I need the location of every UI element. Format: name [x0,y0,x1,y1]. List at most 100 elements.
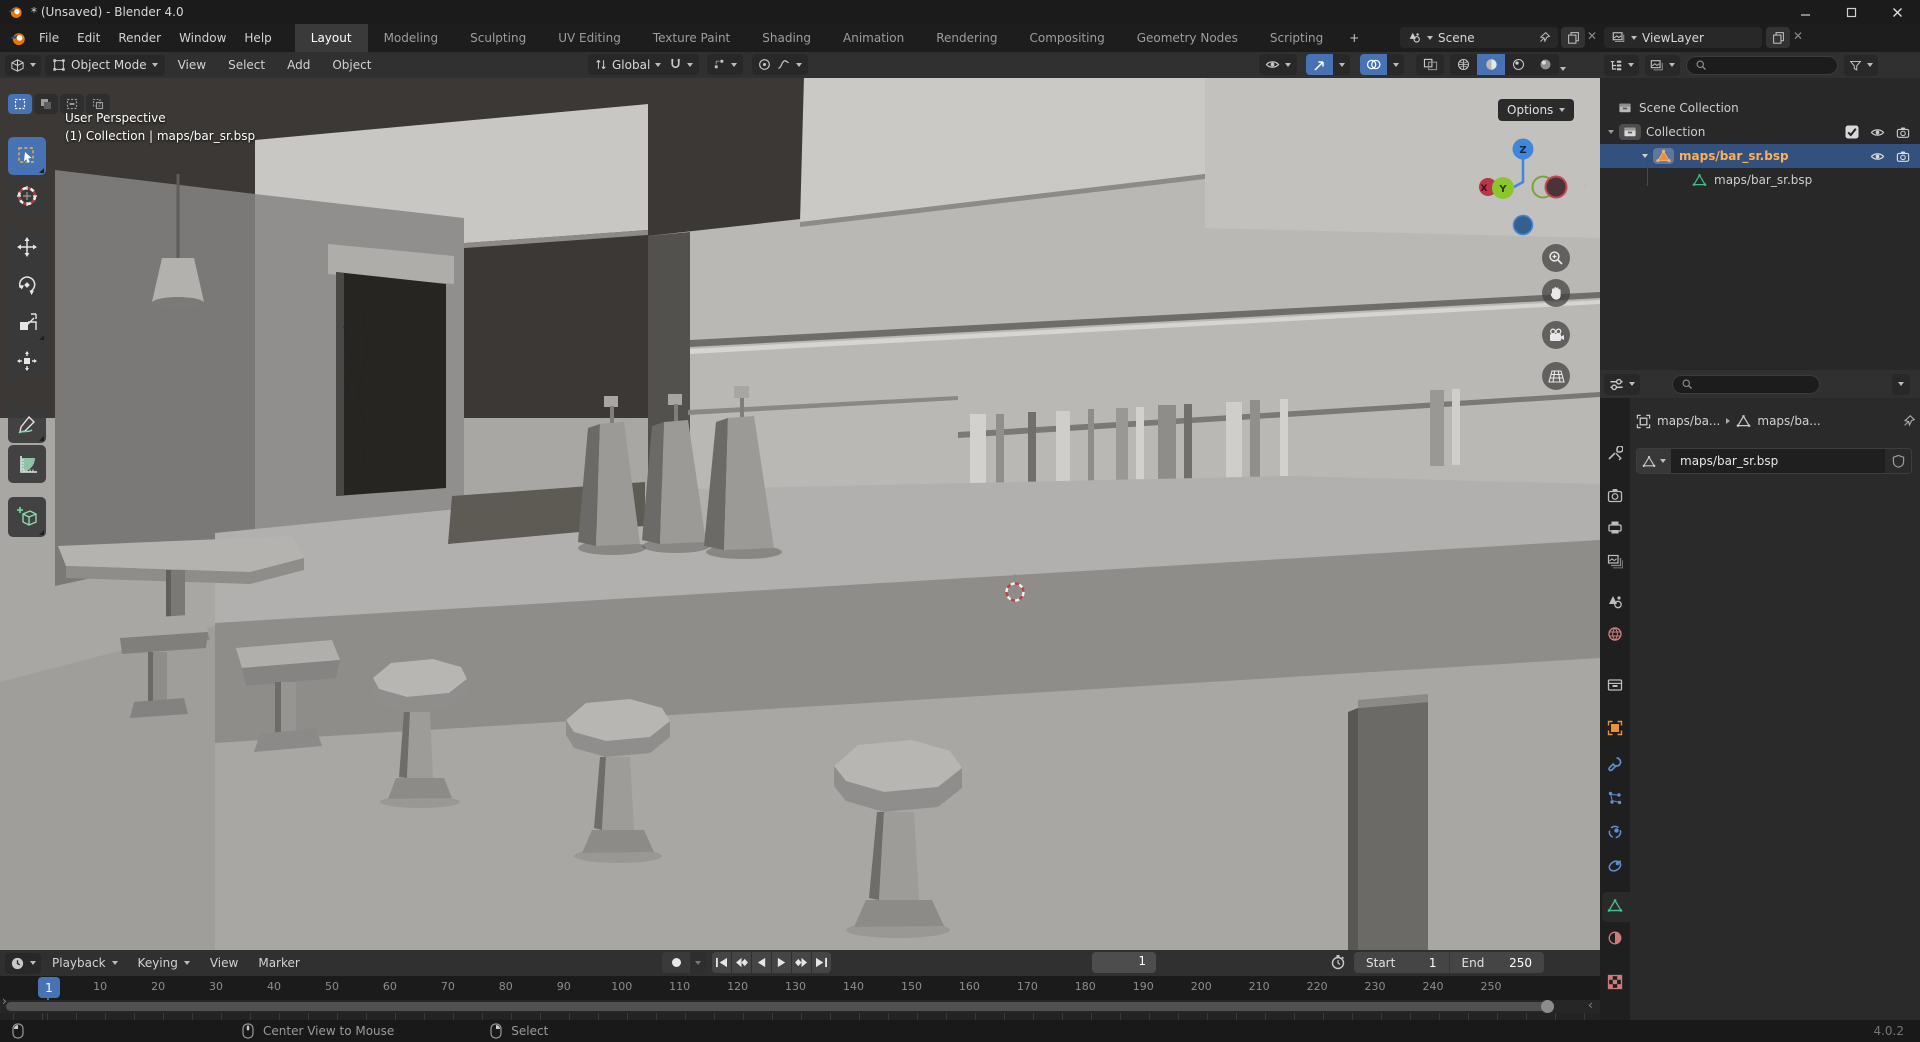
tab-view-layer[interactable] [1607,554,1623,569]
workspace-tab-sculpting[interactable]: Sculpting [454,24,542,52]
tool-scale[interactable] [8,304,46,342]
editor-type-selector[interactable] [5,55,41,76]
workspace-tab-scripting[interactable]: Scripting [1254,24,1339,52]
workspace-tab-rendering[interactable]: Rendering [920,24,1013,52]
viewlayer-selector[interactable]: ViewLayer [1604,27,1762,48]
previous-keyframe-button[interactable] [732,952,751,973]
timeline-collapse-arrow[interactable]: ‹ [1588,998,1593,1012]
outliner-row-scene-collection[interactable]: Scene Collection [1600,96,1920,120]
timeline-ruler[interactable]: 1020304050607080901001101201301401501601… [0,976,1600,1000]
next-keyframe-button[interactable] [792,952,811,973]
auto-keying-dropdown[interactable] [690,952,706,973]
scene-left-wall[interactable] [55,170,255,586]
timeline-expand-arrow[interactable]: › [2,994,7,1008]
tool-annotate[interactable] [8,405,46,443]
snap-target-selector[interactable] [707,54,743,75]
tab-material[interactable] [1607,930,1623,946]
workspace-tab-compositing[interactable]: Compositing [1013,24,1120,52]
tab-particles[interactable] [1607,790,1623,806]
menu-render[interactable]: Render [109,24,170,52]
pin-icon[interactable] [1538,31,1551,44]
pin-icon[interactable] [1902,414,1916,428]
snap-toggle[interactable] [663,54,699,75]
perspective-toggle-button[interactable] [1542,362,1570,390]
viewport-menu-add[interactable]: Add [278,52,319,78]
timeline-menu-playback[interactable]: Playback [43,950,127,976]
object-visibility-selector[interactable] [1259,54,1297,75]
outliner-row-object-selected[interactable]: maps/bar_sr.bsp [1600,144,1920,168]
play-button[interactable] [772,952,791,973]
navigation-gizmo[interactable]: Z X Y [1470,133,1590,243]
menu-window[interactable]: Window [170,24,235,52]
close-button[interactable] [1874,0,1920,24]
outliner-editor-type[interactable] [1604,55,1639,76]
shading-material-button[interactable] [1505,54,1532,75]
mode-selector[interactable]: Object Mode [45,55,165,76]
maximize-button[interactable] [1828,0,1874,24]
shading-rendered-button[interactable] [1532,54,1559,75]
jump-to-end-button[interactable] [812,952,831,973]
workspace-tab-geometry-nodes[interactable]: Geometry Nodes [1121,24,1254,52]
hide-eye-icon[interactable] [1870,150,1885,163]
breadcrumb-data-label[interactable]: maps/ba... [1757,414,1896,428]
workspace-tab-texture-paint[interactable]: Texture Paint [637,24,746,52]
end-frame-field[interactable]: End 250 [1450,956,1545,970]
tool-move[interactable] [8,228,46,266]
viewport-menu-select[interactable]: Select [219,52,274,78]
timeline-menu-marker[interactable]: Marker [249,950,308,976]
properties-search-input[interactable] [1672,375,1820,394]
scene-door-opening[interactable] [336,272,446,496]
play-reverse-button[interactable] [752,952,771,973]
breadcrumb-object-label[interactable]: maps/ba... [1657,414,1720,428]
viewport-menu-view[interactable]: View [169,52,215,78]
hide-eye-icon[interactable] [1870,126,1885,139]
outliner-row-collection[interactable]: Collection [1600,120,1920,144]
menu-edit[interactable]: Edit [68,24,109,52]
select-mode-extend[interactable] [34,94,58,114]
viewlayer-remove-button[interactable]: ✕ [1793,29,1803,43]
workspace-tab-animation[interactable]: Animation [827,24,920,52]
tool-add-cube[interactable] [8,497,46,537]
jump-to-start-button[interactable] [712,952,731,973]
outliner-filter[interactable] [1844,55,1878,76]
app-menu-blender-icon[interactable] [9,30,26,47]
shading-solid-button[interactable] [1477,54,1505,75]
show-gizmos-toggle[interactable] [1306,54,1333,75]
transform-orientation-selector[interactable]: Global [588,54,668,75]
disclosure-triangle-icon[interactable] [1608,130,1614,134]
tab-texture[interactable] [1607,974,1623,990]
scene-pillar[interactable] [1348,694,1428,950]
timeline-scrollbar-handle[interactable] [1541,1000,1554,1013]
pan-hand-button[interactable] [1542,279,1570,307]
add-workspace-button[interactable]: + [1339,24,1369,52]
timeline-editor-type[interactable] [5,953,41,974]
tab-world[interactable] [1607,626,1623,642]
outliner-search-input[interactable] [1686,56,1838,75]
workspace-tab-uv-editing[interactable]: UV Editing [542,24,637,52]
tab-physics[interactable] [1607,824,1623,840]
outliner-display-mode[interactable] [1645,55,1680,76]
shading-dropdown[interactable] [1560,60,1566,74]
minimize-button[interactable] [1782,0,1828,24]
tool-rotate[interactable] [8,266,46,304]
scene-new-copy-button[interactable] [1561,27,1585,48]
timeline-menu-view[interactable]: View [201,950,247,976]
start-frame-field[interactable]: Start 1 [1354,956,1449,970]
mesh-name-value[interactable]: maps/bar_sr.bsp [1671,454,1885,468]
outliner-row-mesh-data[interactable]: maps/bar_sr.bsp [1600,168,1920,192]
xray-toggle[interactable] [1416,54,1444,75]
tab-collection[interactable] [1607,678,1623,692]
tool-measure[interactable] [8,445,46,483]
tab-output[interactable] [1607,520,1623,535]
gizmos-dropdown[interactable] [1333,54,1350,75]
overlays-dropdown[interactable] [1387,54,1404,75]
shading-wireframe-button[interactable] [1450,54,1477,75]
current-frame-field[interactable]: 1 [1092,952,1156,973]
workspace-tab-modeling[interactable]: Modeling [368,24,455,52]
tab-constraints[interactable] [1607,858,1623,874]
viewlayer-new-copy-button[interactable] [1766,27,1790,48]
zoom-button[interactable] [1542,244,1570,272]
scene-selector[interactable]: Scene [1400,27,1558,48]
menu-help[interactable]: Help [235,24,280,52]
timeline-channel-strip[interactable] [0,1013,1600,1020]
